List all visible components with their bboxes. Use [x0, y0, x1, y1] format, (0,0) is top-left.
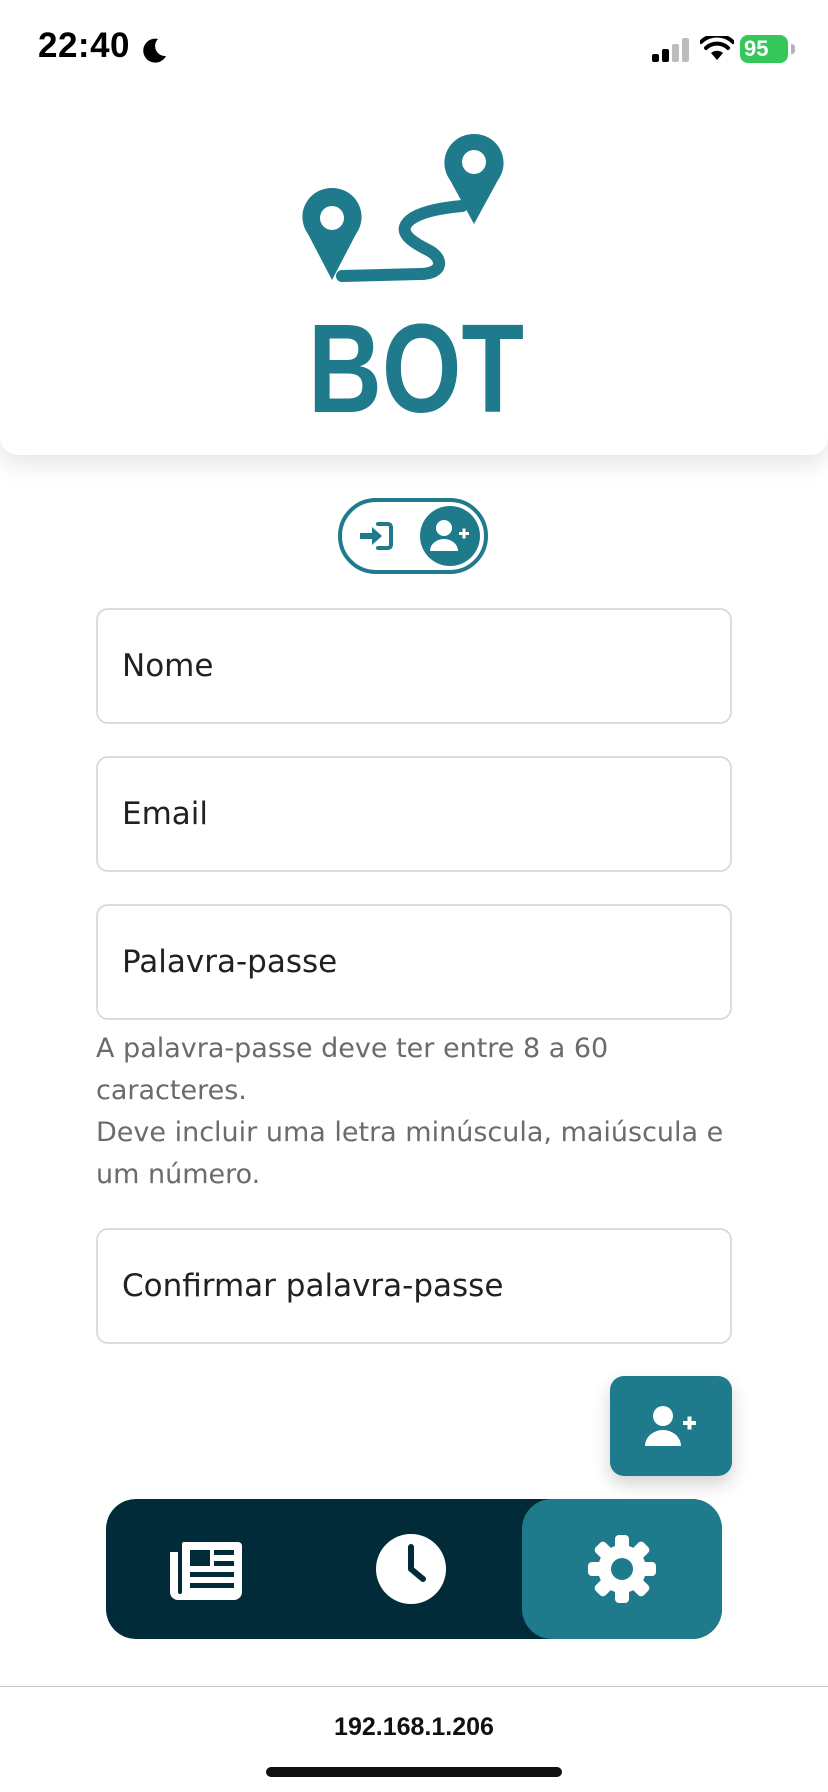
nav-news-tab[interactable] — [106, 1499, 306, 1639]
status-time: 22:40 — [38, 26, 131, 65]
browser-address-bar[interactable]: 192.168.1.206 — [0, 1686, 828, 1792]
auth-mode-toggle[interactable] — [338, 498, 488, 574]
sign-in-icon — [360, 522, 393, 550]
nav-history-tab[interactable] — [306, 1499, 516, 1639]
battery-level: 95 — [744, 36, 769, 61]
name-input[interactable] — [96, 608, 732, 724]
newspaper-icon — [170, 1542, 242, 1600]
home-indicator — [266, 1767, 562, 1777]
user-plus-icon — [645, 1406, 696, 1446]
clock-icon — [376, 1534, 446, 1604]
battery-indicator: 95 — [740, 35, 788, 63]
moon-icon — [143, 38, 166, 63]
user-plus-icon — [430, 520, 469, 551]
browser-url[interactable]: 192.168.1.206 — [0, 1713, 828, 1742]
register-submit-button[interactable] — [610, 1376, 732, 1476]
login-mode-button[interactable] — [356, 516, 396, 556]
password-hint-length: A palavra-passe deve ter entre 8 a 60 ca… — [96, 1033, 609, 1106]
bottom-navigation — [106, 1499, 722, 1639]
confirm-password-input[interactable] — [96, 1228, 732, 1344]
gear-icon — [588, 1535, 656, 1603]
wifi-icon — [700, 36, 734, 60]
register-mode-button[interactable] — [420, 506, 480, 566]
cellular-signal-icon — [652, 38, 689, 62]
password-input[interactable] — [96, 904, 732, 1020]
app-root: BOT 22:40 95 Nome Email A palavra-passe … — [0, 0, 828, 1792]
password-hint-requirements: Deve incluir uma letra minúscula, maiúsc… — [96, 1117, 724, 1190]
nav-settings-tab[interactable] — [522, 1499, 722, 1639]
status-bar: 22:40 95 — [0, 0, 828, 100]
battery-cap — [791, 44, 795, 54]
password-hint: A palavra-passe deve ter entre 8 a 60 ca… — [96, 1028, 736, 1196]
email-input[interactable] — [96, 756, 732, 872]
bot-logo: BOT — [302, 134, 524, 418]
logo-text: BOT — [308, 298, 524, 418]
